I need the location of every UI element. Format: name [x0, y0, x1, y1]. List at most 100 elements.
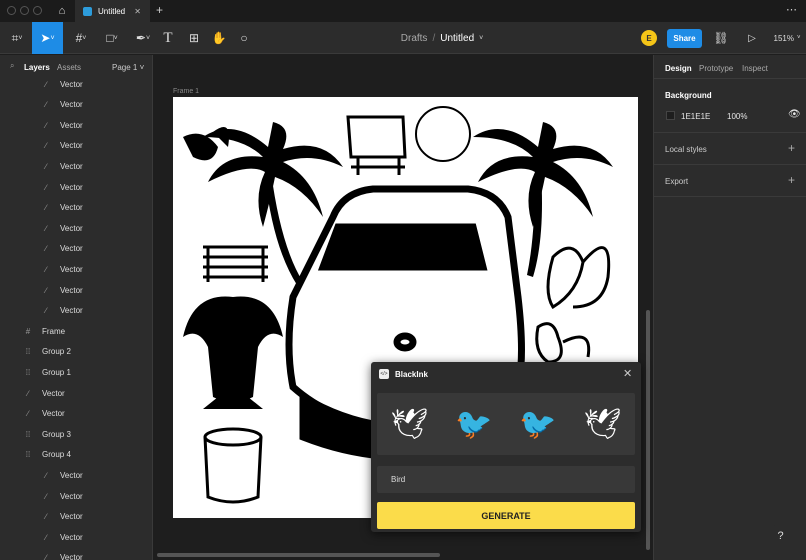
bird-result-1[interactable]: 🕊	[390, 407, 428, 442]
prompt-input[interactable]: Bird	[377, 466, 635, 493]
vector-icon: ∕	[40, 203, 52, 212]
layer-item[interactable]: ∕Vector	[0, 465, 153, 485]
hand-tool-icon[interactable]: ✋	[211, 22, 227, 54]
layer-item[interactable]: ∕Vector	[0, 198, 153, 218]
layer-item[interactable]: ∕Vector	[0, 280, 153, 300]
breadcrumb-drafts[interactable]: Drafts	[401, 33, 428, 44]
layer-item[interactable]: ∕Vector	[0, 507, 153, 527]
window-close-dot[interactable]	[7, 6, 16, 15]
page-selector[interactable]: Page 1 ˅	[112, 63, 144, 72]
resources-icon[interactable]: ⊞	[186, 22, 202, 54]
generate-button[interactable]: GENERATE	[377, 502, 635, 529]
layer-item[interactable]: ∕Vector	[0, 136, 153, 156]
text-tool-icon[interactable]: T	[160, 22, 176, 54]
window-minimize-dot[interactable]	[20, 6, 29, 15]
avatar[interactable]: E	[641, 30, 657, 46]
add-style-icon[interactable]: +	[788, 141, 795, 155]
main-menu-icon[interactable]: ⌗˅	[4, 22, 30, 54]
search-icon[interactable]: ⌕	[10, 61, 14, 71]
vector-icon: ∕	[40, 183, 52, 192]
vector-icon: ∕	[40, 224, 52, 233]
layer-item[interactable]: ∕ Vector	[0, 177, 153, 197]
layer-name: Vector	[42, 409, 65, 418]
bg-opacity-value[interactable]: 100%	[727, 112, 747, 121]
bird-result-2[interactable]: 🐦	[455, 407, 492, 442]
help-button[interactable]: ?	[769, 524, 792, 547]
layer-item[interactable]: ⁞⁞Group 1	[0, 362, 153, 382]
frame-icon: #	[22, 327, 34, 336]
layer-name: Frame	[42, 327, 65, 336]
color-swatch[interactable]	[666, 111, 675, 120]
zoom-value: 151%	[774, 34, 794, 43]
layer-name: Vector	[60, 100, 83, 109]
frame-label[interactable]: Frame 1	[173, 88, 199, 95]
layer-item[interactable]: ∕Vector	[0, 383, 153, 403]
move-tool-icon[interactable]: ➤˅	[32, 22, 63, 54]
close-tab-icon[interactable]: ✕	[134, 7, 141, 16]
vector-icon: ∕	[40, 306, 52, 315]
layer-name: Vector	[60, 244, 83, 253]
group-icon: ⁞⁞	[22, 450, 34, 459]
layer-item[interactable]: ∕Vector	[0, 95, 153, 115]
present-icon[interactable]: ▷	[745, 22, 759, 54]
layer-item[interactable]: ∕Vector	[0, 75, 153, 94]
bird-result-4[interactable]: 🕊	[583, 407, 621, 442]
tab-untitled[interactable]: Untitled ✕	[75, 0, 150, 22]
layer-name: Group 1	[42, 368, 71, 377]
tab-assets[interactable]: Assets	[57, 63, 81, 72]
vector-icon: ∕	[40, 286, 52, 295]
comment-tool-icon[interactable]: ○	[236, 22, 252, 54]
chevron-down-icon[interactable]: ˅	[479, 35, 483, 42]
layer-item[interactable]: # Frame	[0, 321, 153, 341]
file-name[interactable]: Untitled	[440, 33, 474, 44]
layer-item[interactable]: ∕Vector	[0, 156, 153, 176]
zoom-dropdown[interactable]: 151%˅	[772, 22, 802, 54]
share-button[interactable]: Share	[667, 29, 702, 48]
background-title: Background	[665, 91, 712, 100]
vector-icon: ∕	[40, 265, 52, 274]
layer-name: Vector	[60, 183, 83, 192]
group-icon: ⁞⁞	[22, 430, 34, 439]
pen-tool-icon[interactable]: ✒˅	[130, 22, 156, 54]
layer-item[interactable]: ⁞⁞Group 4	[0, 445, 153, 465]
layer-item[interactable]: ∕Vector	[0, 486, 153, 506]
shape-tool-icon[interactable]: □˅	[99, 22, 125, 54]
layer-name: Vector	[60, 306, 83, 315]
vector-icon: ∕	[40, 553, 52, 560]
layer-item[interactable]: ⁞⁞Group 3	[0, 424, 153, 444]
vector-icon: ∕	[22, 409, 34, 418]
layer-item[interactable]: ∕Vector	[0, 218, 153, 238]
layer-item[interactable]: ∕Vector	[0, 239, 153, 259]
layer-name: Vector	[60, 121, 83, 130]
add-export-icon[interactable]: +	[788, 173, 795, 187]
layer-name: Vector	[60, 471, 83, 480]
eye-icon[interactable]: 👁	[788, 109, 801, 120]
window-maximize-dot[interactable]	[33, 6, 42, 15]
vertical-scrollbar[interactable]	[646, 310, 650, 550]
layer-name: Vector	[42, 389, 65, 398]
layer-item[interactable]: ∕ Vector	[0, 404, 153, 424]
horizontal-scrollbar[interactable]	[157, 553, 440, 557]
layer-item[interactable]: ∕ Vector	[0, 301, 153, 321]
new-tab-button[interactable]: +	[156, 3, 163, 17]
properties-panel: Design Prototype Inspect Background 1E1E…	[653, 55, 806, 560]
bg-hex-value[interactable]: 1E1E1E	[681, 112, 710, 121]
generated-results: 🕊 🐦 🐦 🕊	[377, 393, 635, 455]
layer-item[interactable]: ∕Vector	[0, 115, 153, 135]
layer-item[interactable]: ∕Vector	[0, 548, 153, 560]
layer-name: Vector	[60, 80, 83, 89]
layer-item[interactable]: ∕Vector	[0, 259, 153, 279]
close-icon[interactable]: ✕	[623, 367, 632, 380]
frame-tool-icon[interactable]: #˅	[68, 22, 94, 54]
bird-result-3[interactable]: 🐦	[519, 407, 556, 442]
layer-item[interactable]: ∕Vector	[0, 527, 153, 547]
more-icon[interactable]: ⋯	[786, 3, 797, 16]
can-illustration	[205, 429, 261, 502]
home-icon[interactable]: ⌂	[50, 0, 74, 22]
export-title: Export	[665, 177, 688, 186]
toolbar: ⌗˅ ➤˅ #˅ □˅ ✒˅ T ⊞ ✋ ○ Drafts / Untitled…	[0, 22, 806, 54]
tab-layers[interactable]: Layers	[24, 63, 50, 72]
link-icon[interactable]: ⛓	[713, 22, 729, 54]
squirrel-illustration	[537, 248, 609, 362]
layer-item[interactable]: ⁞⁞Group 2	[0, 342, 153, 362]
